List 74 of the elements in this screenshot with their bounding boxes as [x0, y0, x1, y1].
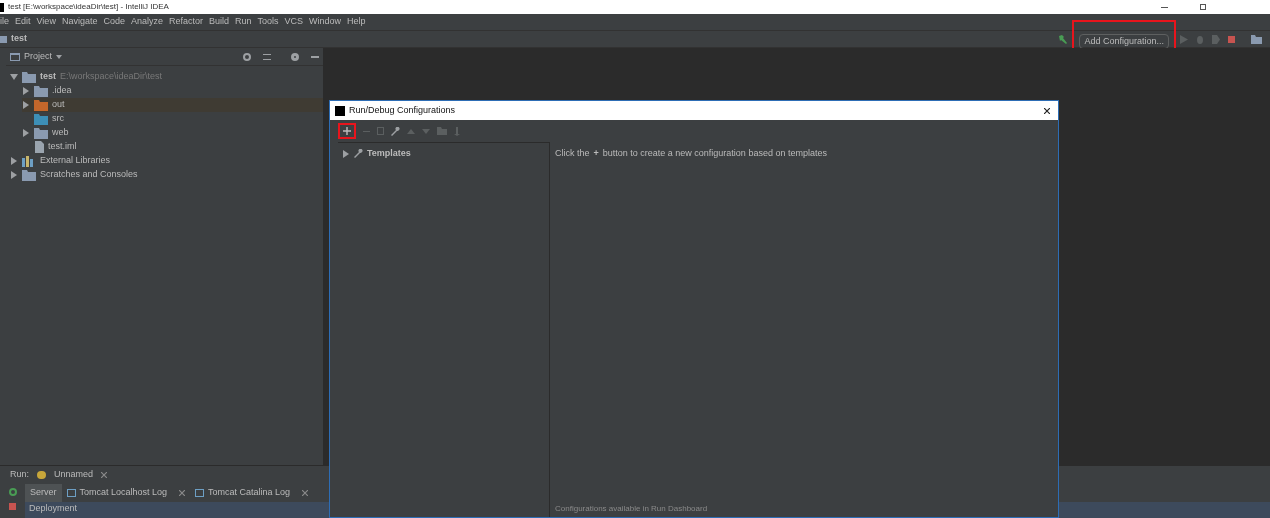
- menu-item[interactable]: Refactor: [168, 15, 203, 29]
- expanded-arrow-icon[interactable]: [10, 73, 18, 81]
- folder-icon: [34, 99, 48, 111]
- hint-text: Click the: [555, 147, 590, 160]
- breadcrumb[interactable]: test: [11, 32, 27, 46]
- dashboard-note: Configurations available in Run Dashboard: [555, 503, 709, 515]
- panel-icon: [10, 52, 20, 61]
- item-name: test: [40, 70, 56, 84]
- plus-glyph: +: [593, 147, 599, 160]
- hint-text: button to create a new configuration based on templates: [602, 147, 827, 160]
- log-tab[interactable]: Tomcat Catalina Log: [190, 484, 314, 502]
- stop-icon[interactable]: [1228, 35, 1235, 43]
- menu-item[interactable]: Edit: [15, 15, 31, 29]
- window-title: test [E:\workspace\ideaDir\test] - IntelliJ IDEA: [8, 1, 169, 13]
- dialog-title: Run/Debug Configurations: [349, 103, 456, 117]
- menu-item[interactable]: Navigate: [61, 15, 98, 29]
- collapsed-arrow-icon[interactable]: [342, 149, 350, 158]
- module-icon: [0, 35, 7, 43]
- wrench-icon: [354, 149, 363, 159]
- item-name: out: [52, 98, 65, 112]
- item-name: .idea: [52, 84, 72, 98]
- minimize-icon[interactable]: [1161, 6, 1168, 8]
- wrench-icon[interactable]: [391, 126, 400, 136]
- rerun-icon[interactable]: [8, 488, 17, 496]
- hide-icon[interactable]: [311, 55, 319, 58]
- menu-item[interactable]: Help: [347, 15, 366, 29]
- close-icon[interactable]: [1044, 107, 1050, 114]
- run-label: Run:: [10, 468, 29, 482]
- log-tab[interactable]: Tomcat Localhost Log: [61, 484, 191, 502]
- folder-icon[interactable]: [1251, 34, 1262, 44]
- menu-item[interactable]: ile: [0, 15, 9, 29]
- settings-icon[interactable]: [291, 52, 299, 61]
- app-icon: [335, 105, 345, 116]
- menu-item[interactable]: Build: [209, 15, 229, 29]
- collapsed-arrow-icon[interactable]: [22, 129, 30, 137]
- hammer-icon[interactable]: [1058, 34, 1069, 44]
- menu-item[interactable]: Code: [103, 15, 125, 29]
- tree-item[interactable]: src: [22, 112, 323, 126]
- menu-item[interactable]: Run: [235, 15, 252, 29]
- log-tab[interactable]: Server: [25, 484, 62, 502]
- restore-icon[interactable]: [1200, 4, 1206, 10]
- tree-item[interactable]: .idea: [22, 84, 323, 98]
- folder-icon: [22, 169, 36, 181]
- app-icon: [0, 2, 4, 12]
- plus-icon: [343, 127, 351, 135]
- menu-item[interactable]: VCS: [284, 15, 304, 29]
- tree-item[interactable]: out: [22, 98, 323, 112]
- item-name: web: [52, 126, 69, 140]
- item-name: External Libraries: [40, 154, 111, 168]
- panel-title[interactable]: Project: [24, 49, 52, 64]
- bar-chart-icon: [22, 155, 36, 167]
- file-icon: [34, 141, 44, 153]
- item-name: Scratches and Consoles: [40, 168, 138, 182]
- log-icon: [195, 489, 205, 497]
- add-button[interactable]: [338, 123, 356, 139]
- target-icon[interactable]: [243, 52, 251, 61]
- tree-item[interactable]: test.iml: [22, 140, 323, 154]
- item-name: src: [52, 112, 64, 126]
- tree-item[interactable]: Scratches and Consoles: [10, 168, 323, 182]
- item-name: Templates: [367, 147, 411, 160]
- menu-item[interactable]: View: [36, 15, 56, 29]
- folder-icon: [34, 127, 48, 139]
- tree-item[interactable]: External Libraries: [10, 154, 323, 168]
- item-name: test.iml: [48, 140, 77, 154]
- collapse-icon[interactable]: [263, 53, 271, 60]
- folder-icon: [22, 71, 36, 83]
- tree-item[interactable]: web: [22, 126, 323, 140]
- caret-icon[interactable]: [56, 54, 62, 59]
- run-tab[interactable]: Unnamed: [54, 468, 94, 482]
- menu-item[interactable]: Window: [309, 15, 342, 29]
- tree-item[interactable]: Templates: [342, 147, 549, 161]
- log-icon: [66, 489, 76, 497]
- menu-item[interactable]: Analyze: [130, 15, 163, 29]
- menu-item[interactable]: Tools: [257, 15, 279, 29]
